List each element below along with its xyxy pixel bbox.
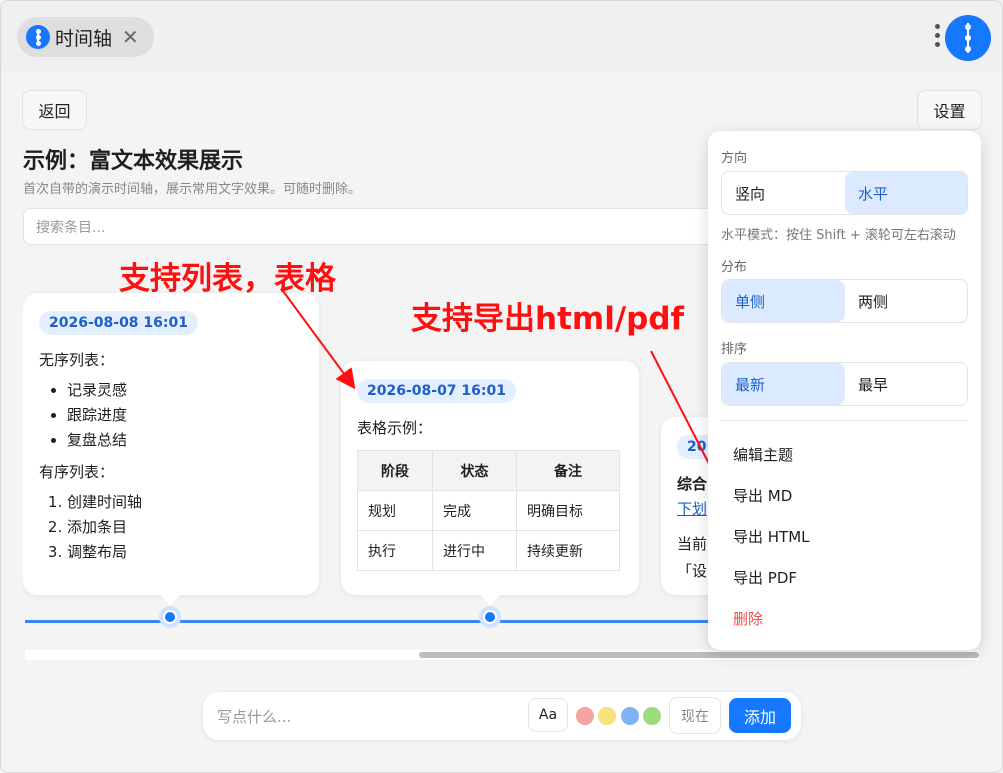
layout-option-both[interactable]: 两侧 [845,280,967,322]
composer-bar: 写点什么... Aa 现在 添加 [203,692,801,740]
color-swatch-yellow[interactable] [598,707,616,725]
sort-toggle: 最新 最早 [721,362,968,406]
compose-input[interactable]: 写点什么... [217,706,291,727]
card-heading: 无序列表： [39,351,115,369]
menu-export-html[interactable]: 导出 HTML [733,526,810,547]
color-swatch-green[interactable] [643,707,661,725]
more-vertical-icon[interactable] [931,21,943,53]
card-heading: 有序列表： [39,463,115,481]
layout-label: 分布 [721,260,748,275]
search-input[interactable]: 搜索条目... [23,208,743,245]
table-cell: 持续更新 [516,530,620,571]
timeline-card[interactable]: 2026-08-08 16:01 无序列表： 记录灵感 跟踪进度 复盘总结 有序… [23,293,319,595]
ordered-list: 创建时间轴 添加条目 调整布局 [39,490,303,565]
tab-timeline[interactable]: 时间轴 ✕ [17,17,154,57]
table-cell: 进行中 [432,530,517,571]
table-cell: 完成 [432,490,517,531]
page-title: 示例：富文本效果展示 [23,149,244,174]
sort-label: 排序 [721,342,748,357]
list-item: 复盘总结 [67,428,303,453]
sort-option-newest[interactable]: 最新 [722,363,845,405]
menu-export-pdf[interactable]: 导出 PDF [733,567,797,588]
app-window: 时间轴 ✕ 返回 设置 示例：富文本效果展示 首次自带的演示时间轴，展示常用文字… [0,0,1003,773]
menu-delete[interactable]: 删除 [733,608,763,629]
timeline-card[interactable]: 2026-08-07 16:01 表格示例： 阶段 状态 备注 规划 完成 明确… [341,361,639,595]
timeline-icon [26,25,50,49]
table-header: 备注 [516,450,620,491]
menu-export-md[interactable]: 导出 MD [733,485,792,506]
table-cell: 明确目标 [516,490,620,531]
table-header: 阶段 [357,450,433,491]
annotation-export: 支持导出html/pdf [411,301,685,337]
close-icon[interactable]: ✕ [122,27,139,47]
divider [721,420,968,421]
direction-option-vertical[interactable]: 竖向 [722,172,845,214]
timeline-node[interactable] [479,606,501,628]
menu-edit-theme[interactable]: 编辑主题 [733,444,793,465]
table-cell: 执行 [357,530,433,571]
layout-option-single[interactable]: 单侧 [722,280,845,322]
settings-popover: 方向 竖向 水平 水平模式：按住 Shift + 滚轮可左右滚动 分布 单侧 两… [708,131,981,650]
list-item: 添加条目 [67,515,303,540]
list-item: 调整布局 [67,540,303,565]
timeline-node[interactable] [159,606,181,628]
now-button[interactable]: 现在 [669,697,721,734]
add-button[interactable]: 添加 [729,698,791,733]
card-date: 2026-08-07 16:01 [357,379,516,403]
horizontal-hint: 水平模式：按住 Shift + 滚轮可左右滚动 [721,228,956,243]
list-item: 记录灵感 [67,378,303,403]
direction-label: 方向 [721,151,748,166]
annotation-list-table: 支持列表，表格 [119,261,336,297]
list-item: 跟踪进度 [67,403,303,428]
settings-button[interactable]: 设置 [917,90,982,130]
timeline-scroll-area: 2026-08-08 16:01 无序列表： 记录灵感 跟踪进度 复盘总结 有序… [23,281,723,661]
color-swatch-red[interactable] [576,707,594,725]
scrollbar-thumb[interactable] [419,652,979,658]
direction-toggle: 竖向 水平 [721,171,968,215]
table-row: 执行 进行中 持续更新 [357,530,620,571]
list-item: 创建时间轴 [67,490,303,515]
bullet-list: 记录灵感 跟踪进度 复盘总结 [39,378,303,453]
text-format-button[interactable]: Aa [528,698,568,732]
table-cell: 规划 [357,490,433,531]
page-subtitle: 首次自带的演示时间轴，展示常用文字效果。可随时删除。 [23,182,362,197]
tab-label: 时间轴 [55,27,113,50]
table-row: 规划 完成 明确目标 [357,490,620,531]
direction-option-horizontal[interactable]: 水平 [845,172,967,214]
timeline-axis [25,620,725,623]
title-bar: 时间轴 ✕ [1,1,1002,71]
table-header: 状态 [432,450,517,491]
color-swatch-blue[interactable] [621,707,639,725]
layout-toggle: 单侧 两侧 [721,279,968,323]
card-date: 2026-08-08 16:01 [39,311,198,335]
card-heading: 表格示例： [357,419,433,437]
data-table: 阶段 状态 备注 规划 完成 明确目标 执行 进行中 持续更新 [357,450,620,571]
app-logo[interactable] [945,15,991,61]
sort-option-oldest[interactable]: 最早 [845,363,967,405]
back-button[interactable]: 返回 [22,90,87,130]
